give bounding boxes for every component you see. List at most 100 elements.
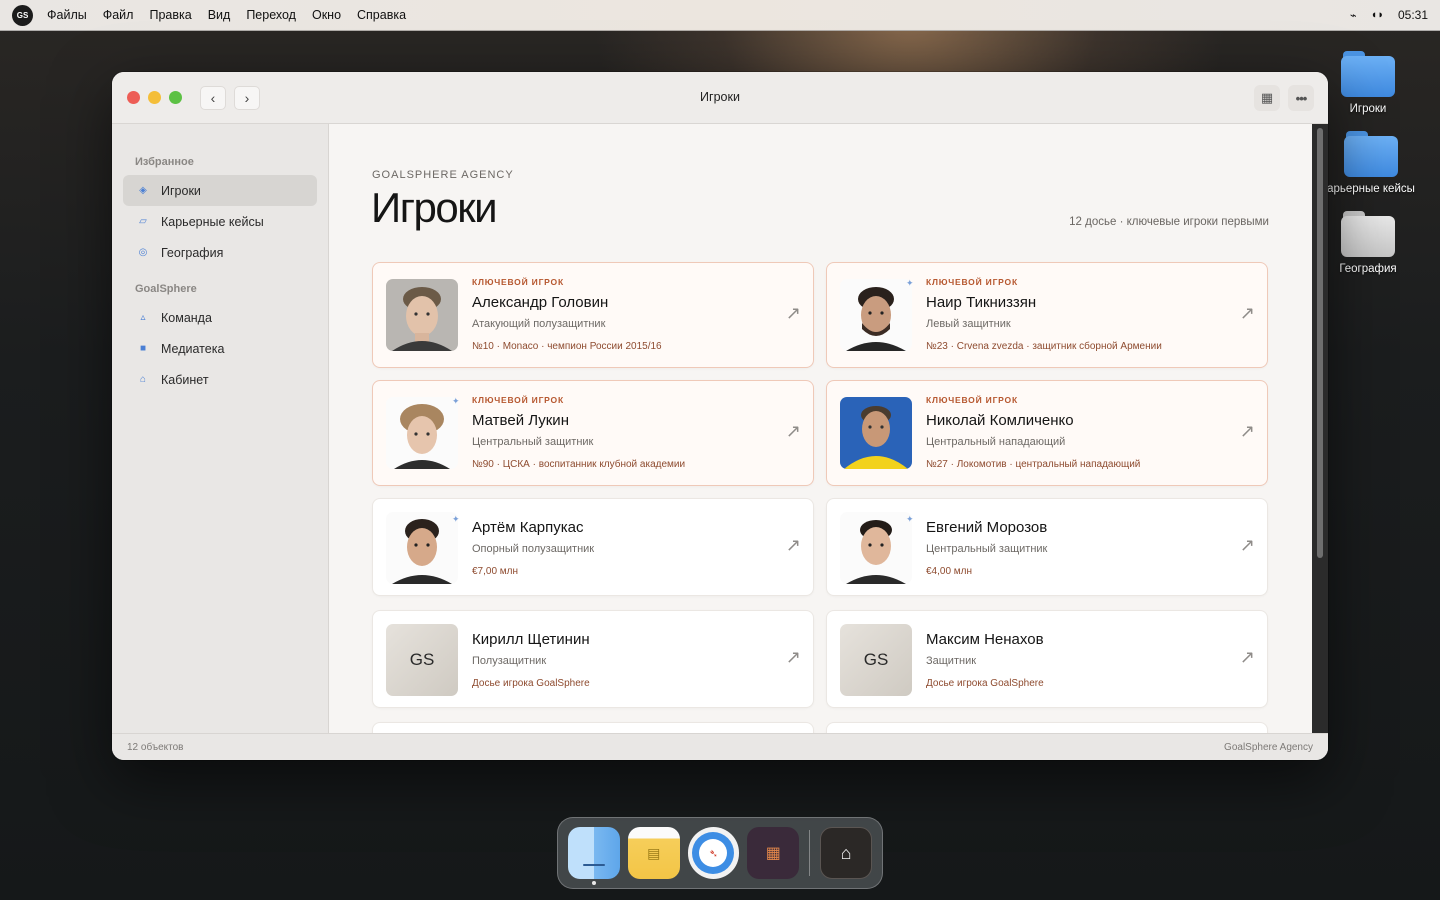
player-position: Центральный защитник xyxy=(472,436,594,448)
open-arrow-icon[interactable]: ↗ xyxy=(786,421,801,442)
finder-icon xyxy=(582,864,605,866)
sidebar-item-media[interactable]: ■ Медиатека xyxy=(123,333,317,364)
item-count: 12 объектов xyxy=(127,741,184,753)
sidebar-item-label: Кабинет xyxy=(161,372,209,387)
menu-view[interactable]: Вид xyxy=(208,8,231,22)
player-position: Центральный защитник xyxy=(926,543,1048,555)
minimize-button[interactable] xyxy=(148,91,161,104)
sparkle-icon: ✦ xyxy=(452,514,460,524)
player-card[interactable] xyxy=(372,722,814,733)
ellipsis-icon: ••• xyxy=(1295,90,1308,106)
open-arrow-icon[interactable]: ↗ xyxy=(786,647,801,668)
sidebar-item-career-cases[interactable]: ▱ Карьерные кейсы xyxy=(123,206,317,237)
grid-icon: ▦ xyxy=(1260,90,1274,105)
card-icon: ▱ xyxy=(139,216,147,227)
placeholder-avatar: GS xyxy=(386,624,458,696)
dossier-count: 12 досье · ключевые игроки первыми xyxy=(1069,216,1269,228)
sparkle-icon: ✦ xyxy=(906,278,914,288)
desktop-folder-label: арьерные кейсы xyxy=(1327,183,1415,195)
team-icon: ▵ xyxy=(140,312,146,323)
player-note: €7,00 млн xyxy=(472,566,519,577)
sidebar-item-geography[interactable]: ◎ География xyxy=(123,237,317,268)
wifi-icon[interactable]: ⌁ xyxy=(1350,9,1357,22)
diamond-icon: ◈ xyxy=(139,185,147,196)
menu-window[interactable]: Окно xyxy=(312,8,341,22)
desktop-folder-cases[interactable]: арьерные кейсы xyxy=(1316,131,1426,195)
chevron-left-icon: ‹ xyxy=(210,89,216,106)
player-card[interactable]: GS Кирилл Щетинин Полузащитник Досье игр… xyxy=(372,610,814,708)
sidebar: Избранное ◈ Игроки ▱ Карьерные кейсы ◎ Г… xyxy=(112,124,329,733)
player-name: Кирилл Щетинин xyxy=(472,631,590,648)
more-button[interactable]: ••• xyxy=(1288,85,1314,111)
dock-books[interactable]: ▦ xyxy=(747,827,800,879)
media-icon: ■ xyxy=(139,343,147,354)
player-name: Евгений Морозов xyxy=(926,519,1048,536)
sidebar-item-team[interactable]: ▵ Команда xyxy=(123,302,317,333)
folder-icon xyxy=(1341,211,1395,257)
dock-notes[interactable]: ▤ xyxy=(627,827,680,879)
player-card[interactable]: ✦ ключевой игрок Наир Тикниззян Левый за… xyxy=(826,262,1268,368)
clock[interactable]: 05:31 xyxy=(1398,8,1428,22)
agency-eyebrow: GOALSPHERE AGENCY xyxy=(372,169,514,181)
sidebar-item-label: География xyxy=(161,245,224,260)
menu-edit[interactable]: Правка xyxy=(149,8,191,22)
player-photo xyxy=(840,512,912,584)
app-logo[interactable]: GS xyxy=(12,4,33,26)
player-note: №23 · Crvena zvezda · защитник сборной А… xyxy=(926,341,1162,352)
sidebar-item-label: Игроки xyxy=(161,183,201,198)
player-name: Наир Тикниззян xyxy=(926,294,1037,311)
sidebar-item-label: Медиатека xyxy=(161,341,225,356)
dock-finder[interactable] xyxy=(568,827,620,885)
notes-icon: ▤ xyxy=(647,844,661,861)
sidebar-item-players[interactable]: ◈ Игроки xyxy=(123,175,317,206)
player-photo xyxy=(840,397,912,469)
desktop-folder-geography[interactable]: География xyxy=(1313,211,1423,275)
player-position: Полузащитник xyxy=(472,655,547,667)
menu-bar: GS Файлы Файл Правка Вид Переход Окно Сп… xyxy=(0,0,1440,31)
grid-view-button[interactable]: ▦ xyxy=(1254,85,1280,111)
books-icon: ▦ xyxy=(765,845,781,862)
back-button[interactable]: ‹ xyxy=(200,85,226,110)
player-card[interactable]: ключевой игрок Александр Головин Атакующ… xyxy=(372,262,814,368)
open-arrow-icon[interactable]: ↗ xyxy=(786,303,801,324)
zoom-button[interactable] xyxy=(169,91,182,104)
player-note: №90 · ЦСКА · воспитанник клубной академи… xyxy=(472,459,686,470)
menu-go[interactable]: Переход xyxy=(246,8,296,22)
player-card[interactable]: ключевой игрок Николай Комличенко Центра… xyxy=(826,380,1268,486)
dock: ▤ ➴ ▦ ⌂ xyxy=(557,817,883,889)
player-card[interactable]: ✦ Артём Карпукас Опорный полузащитник €7… xyxy=(372,498,814,596)
player-card[interactable]: GS Максим Ненахов Защитник Досье игрока … xyxy=(826,610,1268,708)
open-arrow-icon[interactable]: ↗ xyxy=(1240,421,1255,442)
menu-help[interactable]: Справка xyxy=(357,8,406,22)
placeholder-avatar: GS xyxy=(840,624,912,696)
scroll-thumb[interactable] xyxy=(1317,128,1323,558)
close-button[interactable] xyxy=(127,91,140,104)
player-card[interactable]: ✦ Евгений Морозов Центральный защитник €… xyxy=(826,498,1268,596)
open-arrow-icon[interactable]: ↗ xyxy=(1240,535,1255,556)
forward-button[interactable]: › xyxy=(234,85,260,110)
open-arrow-icon[interactable]: ↗ xyxy=(1240,303,1255,324)
player-position: Атакующий полузащитник xyxy=(472,318,606,330)
player-card[interactable] xyxy=(826,722,1268,733)
desktop-folder-players[interactable]: Игроки xyxy=(1313,51,1423,115)
player-name: Александр Головин xyxy=(472,294,609,311)
player-name: Николай Комличенко xyxy=(926,412,1074,429)
player-name: Артём Карпукас xyxy=(472,519,584,536)
dock-home[interactable]: ⌂ xyxy=(820,827,872,879)
control-center-icon[interactable]: ◖◗ xyxy=(1371,9,1384,21)
menu-files[interactable]: Файлы xyxy=(47,8,87,22)
globe-icon: ◎ xyxy=(138,247,148,258)
player-position: Левый защитник xyxy=(926,318,1011,330)
player-card[interactable]: ✦ ключевой игрок Матвей Лукин Центральны… xyxy=(372,380,814,486)
scrollbar[interactable] xyxy=(1312,124,1328,733)
dock-safari[interactable]: ➴ xyxy=(687,827,740,879)
menu-file[interactable]: Файл xyxy=(103,8,134,22)
folder-icon xyxy=(1341,51,1395,97)
sidebar-item-cabinet[interactable]: ⌂ Кабинет xyxy=(123,364,317,395)
open-arrow-icon[interactable]: ↗ xyxy=(786,535,801,556)
main-content: GOALSPHERE AGENCY Игроки 12 досье · ключ… xyxy=(329,124,1312,733)
window-title: Игроки xyxy=(700,90,740,104)
open-arrow-icon[interactable]: ↗ xyxy=(1240,647,1255,668)
key-player-badge: ключевой игрок xyxy=(926,395,1018,405)
dock-separator xyxy=(809,830,811,876)
